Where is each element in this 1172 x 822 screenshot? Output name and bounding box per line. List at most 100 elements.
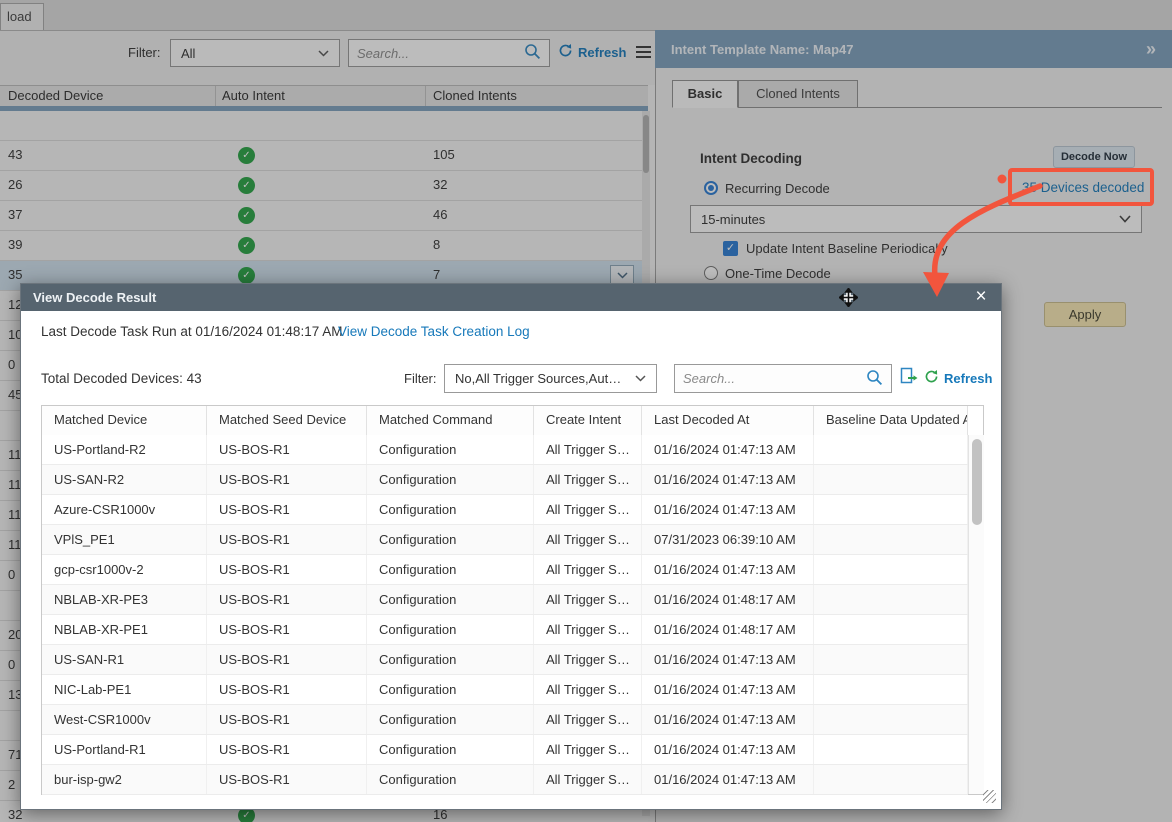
dialog-titlebar[interactable]: View Decode Result × bbox=[21, 284, 1001, 311]
table-cell: 01/16/2024 01:48:17 AM bbox=[642, 615, 814, 644]
search-icon[interactable] bbox=[866, 369, 883, 389]
table-cell: US-BOS-R1 bbox=[207, 495, 367, 524]
resize-handle[interactable] bbox=[983, 790, 996, 803]
table-cell bbox=[814, 615, 968, 644]
table-cell: US-BOS-R1 bbox=[207, 465, 367, 494]
table-cell: Configuration bbox=[367, 435, 534, 464]
refresh-icon bbox=[924, 369, 939, 387]
table-cell: US-BOS-R1 bbox=[207, 525, 367, 554]
column-header[interactable]: Baseline Data Updated At bbox=[814, 406, 968, 435]
table-cell: 01/16/2024 01:47:13 AM bbox=[642, 765, 814, 794]
export-icon[interactable] bbox=[899, 367, 918, 389]
table-cell: Configuration bbox=[367, 765, 534, 794]
table-cell: Configuration bbox=[367, 735, 534, 764]
modal-refresh-label: Refresh bbox=[944, 371, 992, 386]
table-cell: NBLAB-XR-PE3 bbox=[42, 585, 207, 614]
table-cell: Configuration bbox=[367, 705, 534, 734]
view-log-link[interactable]: View Decode Task Creation Log bbox=[338, 324, 530, 339]
table-cell: US-Portland-R2 bbox=[42, 435, 207, 464]
modal-scrollbar-thumb[interactable] bbox=[972, 439, 982, 525]
move-icon[interactable] bbox=[839, 288, 858, 310]
modal-search-placeholder: Search... bbox=[683, 371, 735, 386]
table-row[interactable]: bur-isp-gw2US-BOS-R1ConfigurationAll Tri… bbox=[42, 765, 968, 795]
table-cell: All Trigger Sourc... bbox=[534, 465, 642, 494]
table-row[interactable]: gcp-csr1000v-2US-BOS-R1ConfigurationAll … bbox=[42, 555, 968, 585]
table-cell: VPlS_PE1 bbox=[42, 525, 207, 554]
dialog-title: View Decode Result bbox=[33, 290, 156, 305]
decode-result-table: Matched DeviceMatched Seed DeviceMatched… bbox=[41, 405, 984, 795]
table-cell: All Trigger Sourc... bbox=[534, 525, 642, 554]
table-cell: US-Portland-R1 bbox=[42, 735, 207, 764]
modal-filter-dropdown[interactable]: No,All Trigger Sources,Auto In... bbox=[444, 364, 657, 393]
table-cell bbox=[814, 465, 968, 494]
column-header[interactable]: Matched Seed Device bbox=[207, 406, 367, 435]
table-cell: Azure-CSR1000v bbox=[42, 495, 207, 524]
table-cell: Configuration bbox=[367, 645, 534, 674]
table-cell bbox=[814, 495, 968, 524]
table-cell: All Trigger Sourc... bbox=[534, 615, 642, 644]
table-cell: US-BOS-R1 bbox=[207, 435, 367, 464]
table-cell bbox=[814, 525, 968, 554]
table-row[interactable]: NIC-Lab-PE1US-BOS-R1ConfigurationAll Tri… bbox=[42, 675, 968, 705]
table-cell bbox=[814, 585, 968, 614]
table-cell bbox=[814, 555, 968, 584]
table-cell: 01/16/2024 01:47:13 AM bbox=[642, 465, 814, 494]
table-cell: Configuration bbox=[367, 465, 534, 494]
table-cell: bur-isp-gw2 bbox=[42, 765, 207, 794]
table-cell bbox=[814, 675, 968, 704]
table-cell: US-BOS-R1 bbox=[207, 585, 367, 614]
table-row[interactable]: US-Portland-R2US-BOS-R1ConfigurationAll … bbox=[42, 435, 968, 465]
table-cell: 01/16/2024 01:47:13 AM bbox=[642, 435, 814, 464]
table-cell: US-BOS-R1 bbox=[207, 645, 367, 674]
table-cell: US-BOS-R1 bbox=[207, 555, 367, 584]
table-cell: 01/16/2024 01:47:13 AM bbox=[642, 735, 814, 764]
table-cell: All Trigger Sourc... bbox=[534, 675, 642, 704]
app-window: load Filter: All Search... Refresh Decod… bbox=[0, 0, 1172, 822]
table-cell: gcp-csr1000v-2 bbox=[42, 555, 207, 584]
total-decoded-text: Total Decoded Devices: 43 bbox=[41, 371, 202, 386]
table-row[interactable]: VPlS_PE1US-BOS-R1ConfigurationAll Trigge… bbox=[42, 525, 968, 555]
view-decode-result-dialog: View Decode Result × Last Decode Task Ru… bbox=[20, 283, 1002, 810]
table-cell: All Trigger Sourc... bbox=[534, 495, 642, 524]
table-cell: All Trigger Sourc... bbox=[534, 435, 642, 464]
table-cell bbox=[814, 645, 968, 674]
modal-refresh-button[interactable]: Refresh bbox=[924, 369, 992, 387]
table-cell: US-BOS-R1 bbox=[207, 675, 367, 704]
table-cell: US-SAN-R2 bbox=[42, 465, 207, 494]
table-row[interactable]: NBLAB-XR-PE3US-BOS-R1ConfigurationAll Tr… bbox=[42, 585, 968, 615]
modal-filter-value: No,All Trigger Sources,Auto In... bbox=[455, 371, 625, 386]
table-cell: US-SAN-R1 bbox=[42, 645, 207, 674]
table-cell: Configuration bbox=[367, 615, 534, 644]
table-cell: All Trigger Sourc... bbox=[534, 705, 642, 734]
table-cell: 01/16/2024 01:47:13 AM bbox=[642, 675, 814, 704]
column-header[interactable]: Create Intent bbox=[534, 406, 642, 435]
modal-search-input[interactable]: Search... bbox=[674, 364, 892, 393]
table-cell: 01/16/2024 01:47:13 AM bbox=[642, 555, 814, 584]
table-row[interactable]: NBLAB-XR-PE1US-BOS-R1ConfigurationAll Tr… bbox=[42, 615, 968, 645]
modal-table-scrollbar[interactable] bbox=[968, 435, 984, 794]
table-cell: West-CSR1000v bbox=[42, 705, 207, 734]
table-cell: All Trigger Sourc... bbox=[534, 765, 642, 794]
table-row[interactable]: Azure-CSR1000vUS-BOS-R1ConfigurationAll … bbox=[42, 495, 968, 525]
table-cell: US-BOS-R1 bbox=[207, 765, 367, 794]
table-cell: Configuration bbox=[367, 675, 534, 704]
table-cell bbox=[814, 765, 968, 794]
table-cell: US-BOS-R1 bbox=[207, 735, 367, 764]
table-cell: All Trigger Sourc... bbox=[534, 645, 642, 674]
table-cell: US-BOS-R1 bbox=[207, 705, 367, 734]
table-cell: 01/16/2024 01:47:13 AM bbox=[642, 645, 814, 674]
table-cell: US-BOS-R1 bbox=[207, 615, 367, 644]
table-cell: 07/31/2023 06:39:10 AM bbox=[642, 525, 814, 554]
table-row[interactable]: US-Portland-R1US-BOS-R1ConfigurationAll … bbox=[42, 735, 968, 765]
table-cell: NIC-Lab-PE1 bbox=[42, 675, 207, 704]
table-row[interactable]: US-SAN-R1US-BOS-R1ConfigurationAll Trigg… bbox=[42, 645, 968, 675]
table-cell: 01/16/2024 01:47:13 AM bbox=[642, 495, 814, 524]
table-cell: 01/16/2024 01:47:13 AM bbox=[642, 705, 814, 734]
table-cell: Configuration bbox=[367, 555, 534, 584]
column-header[interactable]: Matched Command bbox=[367, 406, 534, 435]
table-cell: All Trigger Sourc... bbox=[534, 735, 642, 764]
column-header[interactable]: Matched Device bbox=[42, 406, 207, 435]
column-header[interactable]: Last Decoded At bbox=[642, 406, 814, 435]
table-row[interactable]: US-SAN-R2US-BOS-R1ConfigurationAll Trigg… bbox=[42, 465, 968, 495]
table-row[interactable]: West-CSR1000vUS-BOS-R1ConfigurationAll T… bbox=[42, 705, 968, 735]
